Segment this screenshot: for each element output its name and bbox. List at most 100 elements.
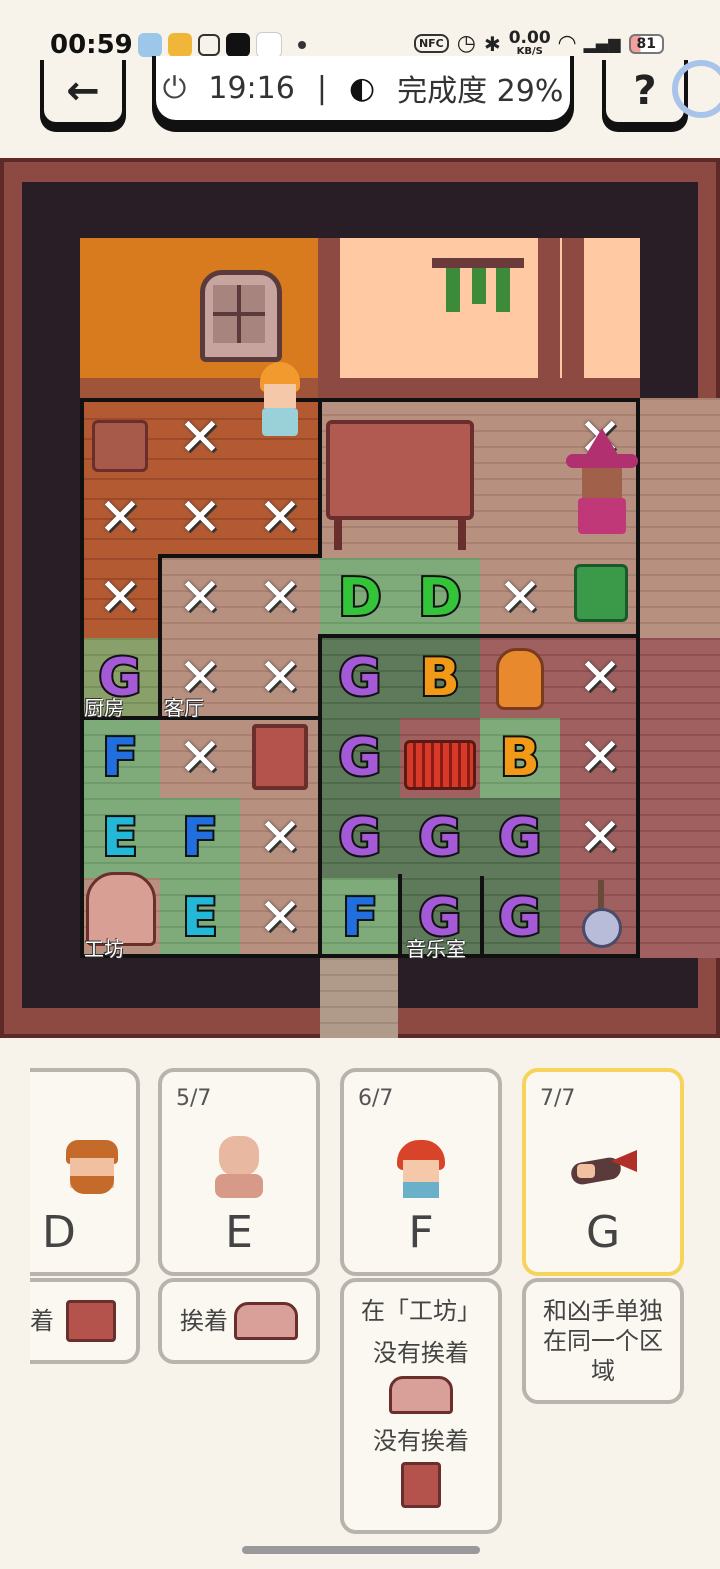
x-mark-icon: ✕	[178, 488, 222, 548]
notification-icons	[138, 32, 306, 58]
grid-cell[interactable]: ✕	[560, 798, 640, 878]
grid-cell[interactable]: G	[320, 638, 400, 718]
grid-cell[interactable]: G	[400, 798, 480, 878]
suspect-marker: E	[100, 808, 139, 868]
wall-pillar	[538, 238, 560, 400]
grid-cell[interactable]: ✕	[160, 718, 240, 798]
region-border	[318, 636, 322, 958]
grid-cell[interactable]	[640, 878, 720, 958]
sync-icon	[198, 34, 220, 56]
x-mark-icon: ✕	[498, 568, 542, 628]
region-border	[80, 398, 640, 402]
battery-indicator: 81	[628, 33, 664, 54]
grid-cell[interactable]: ✕	[80, 478, 160, 558]
question-icon: ?	[633, 68, 657, 114]
grid-cell[interactable]	[640, 798, 720, 878]
grid-cell[interactable]: D	[320, 558, 400, 638]
grid-cell[interactable]: ✕	[560, 638, 640, 718]
grid-cell[interactable]: F	[80, 718, 160, 798]
clock: 00:59	[50, 30, 133, 60]
grid-cell[interactable]: ✕	[160, 558, 240, 638]
x-mark-icon: ✕	[578, 648, 622, 708]
back-button[interactable]: ←	[40, 60, 126, 126]
window-icon	[200, 270, 282, 362]
region-border	[398, 874, 402, 958]
card-letter: F	[408, 1207, 434, 1258]
grid-cell[interactable]: B	[400, 638, 480, 718]
suspect-marker: F	[180, 808, 219, 868]
suspect-marker: G	[417, 808, 464, 868]
grid-cell[interactable]: G	[480, 878, 560, 958]
clue-text: 着	[30, 1307, 54, 1335]
clue-card-d: 着	[30, 1278, 140, 1364]
timer-progress-pill: ⏻ 19:16 | ◐ 完成度 29%	[152, 56, 574, 124]
grid-cell[interactable]	[640, 398, 720, 478]
grid-cell[interactable]: G	[320, 718, 400, 798]
grid-cell[interactable]	[640, 718, 720, 798]
grid-cell[interactable]: ✕	[240, 798, 320, 878]
suspect-marker: G	[497, 808, 544, 868]
region-label-living: 客厅	[164, 696, 204, 720]
clue-card-g: 和凶手单独在同一个区域	[522, 1278, 684, 1404]
x-mark-icon: ✕	[258, 488, 302, 548]
grid-cell[interactable]: ✕	[80, 558, 160, 638]
signal-icon: ▂▄▆	[583, 34, 621, 53]
x-mark-icon: ✕	[258, 648, 302, 708]
grid-cell[interactable]: ✕	[240, 478, 320, 558]
grid-cell[interactable]: B	[480, 718, 560, 798]
clue-text: 没有挨着	[373, 1427, 469, 1455]
divider: |	[316, 70, 327, 106]
grid-cell[interactable]: ✕	[240, 878, 320, 958]
victim-lying-avatar	[569, 1136, 637, 1200]
grid-cell[interactable]: D	[400, 558, 480, 638]
grid-cell[interactable]	[640, 558, 720, 638]
grid-cell[interactable]	[640, 478, 720, 558]
weibo-icon	[168, 33, 192, 57]
clue-text: 和凶手单独在同一个区域	[543, 1297, 663, 1385]
hanging-plants-icon	[432, 258, 524, 314]
x-mark-icon: ✕	[178, 728, 222, 788]
clue-text: 在「工坊」	[361, 1297, 481, 1325]
region-border	[158, 554, 162, 716]
cabinet-icon	[252, 724, 308, 790]
suspect-marker: E	[180, 888, 219, 948]
x-mark-icon: ✕	[258, 568, 302, 628]
suspect-marker: G	[497, 888, 544, 948]
suspect-card-e[interactable]: 5/7 E	[158, 1068, 320, 1276]
suspect-marker: F	[100, 728, 139, 788]
x-mark-icon: ✕	[178, 408, 222, 468]
region-border	[480, 876, 484, 958]
grid-cell[interactable]	[640, 638, 720, 718]
home-indicator[interactable]	[242, 1546, 480, 1554]
grid-cell[interactable]: ✕	[160, 478, 240, 558]
suspect-card-f[interactable]: 6/7 F	[340, 1068, 502, 1276]
card-letter: D	[42, 1207, 76, 1258]
suspect-card-d[interactable]: D	[30, 1068, 140, 1276]
suspect-card-g[interactable]: 7/7 G	[522, 1068, 684, 1276]
lamp-icon	[496, 648, 544, 710]
grid-cell[interactable]: G	[480, 798, 560, 878]
grid-cell[interactable]: F	[320, 878, 400, 958]
region-border	[318, 634, 640, 638]
grid-cell[interactable]	[480, 398, 560, 478]
x-mark-icon: ✕	[258, 808, 302, 868]
grid-cell[interactable]	[480, 478, 560, 558]
grid-cell[interactable]: ✕	[480, 558, 560, 638]
grid-cell[interactable]: E	[160, 878, 240, 958]
timer-value: 19:16	[208, 70, 295, 106]
grid-cell[interactable]: ✕	[240, 558, 320, 638]
character-orange-hair-sprite[interactable]	[252, 362, 308, 442]
region-label-music: 音乐室	[406, 937, 466, 961]
cabinet-icon	[66, 1300, 116, 1342]
grid-cell[interactable]: ✕	[240, 638, 320, 718]
card-count: 7/7	[540, 1086, 576, 1111]
grid-cell[interactable]: ✕	[160, 398, 240, 478]
grid-cell[interactable]: G	[320, 798, 400, 878]
grid-cell[interactable]: F	[160, 798, 240, 878]
grid-cell[interactable]: ✕	[560, 718, 640, 798]
grid-cell[interactable]: E	[80, 798, 160, 878]
table-icon	[326, 420, 474, 552]
clue-text: 挨着	[180, 1307, 228, 1335]
character-witch-sprite[interactable]	[566, 428, 638, 540]
timer-icon: ⏻	[162, 70, 187, 106]
